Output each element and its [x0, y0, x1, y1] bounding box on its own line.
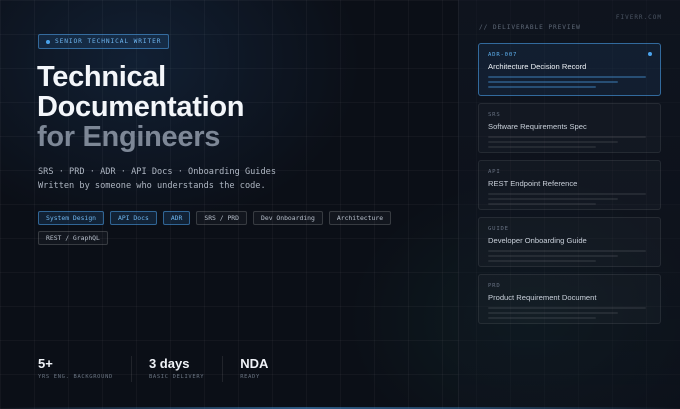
- preview-card-api[interactable]: API REST Endpoint Reference: [478, 160, 661, 210]
- card-code: PRD: [488, 283, 501, 289]
- stat-value: 5+: [38, 356, 53, 371]
- card-text-placeholder: [488, 250, 651, 262]
- stat-experience: 5+ YRS ENG. BACKGROUND: [38, 356, 132, 382]
- stat-value: NDA: [240, 356, 269, 371]
- brand-label: FIVERR.COM: [615, 14, 662, 21]
- stat-delivery: 3 days BASIC DELIVERY: [148, 356, 224, 382]
- subtitle-line-2: Written by someone who understands the c…: [38, 181, 266, 191]
- role-badge-label: SENIOR TECHNICAL WRITER: [55, 38, 162, 45]
- tag-architecture: Architecture: [328, 211, 392, 225]
- stat-label: BASIC DELIVERY: [148, 374, 205, 380]
- card-text-placeholder: [488, 76, 651, 88]
- tag-api-docs: API Docs: [110, 211, 157, 225]
- stat-nda: NDA READY: [240, 356, 286, 382]
- tag-srs-prd: SRS / PRD: [196, 211, 247, 225]
- card-title: Architecture Decision Record: [488, 62, 587, 71]
- preview-card-srs[interactable]: SRS Software Requirements Spec: [478, 103, 661, 153]
- card-title: Developer Onboarding Guide: [488, 236, 587, 245]
- preview-card-prd[interactable]: PRD Product Requirement Document: [478, 274, 661, 324]
- title-line-3: for Engineers: [37, 121, 221, 153]
- card-text-placeholder: [488, 307, 651, 319]
- card-text-placeholder: [488, 136, 651, 148]
- card-title: Software Requirements Spec: [488, 122, 587, 131]
- card-code: SRS: [488, 112, 501, 118]
- subtitle: SRS · PRD · ADR · API Docs · Onboarding …: [38, 165, 276, 193]
- badge-dot-icon: [46, 39, 50, 44]
- preview-card-guide[interactable]: GUIDE Developer Onboarding Guide: [478, 217, 661, 267]
- stat-value: 3 days: [148, 356, 190, 371]
- subtitle-line-1: SRS · PRD · ADR · API Docs · Onboarding …: [38, 167, 276, 177]
- title-line-2: Documentation: [37, 91, 245, 123]
- tag-rest-graphql: REST / GraphQL: [38, 231, 108, 245]
- stat-label: READY: [240, 374, 260, 380]
- active-indicator-icon: [648, 52, 652, 56]
- card-title: Product Requirement Document: [488, 293, 597, 302]
- role-badge: SENIOR TECHNICAL WRITER: [38, 34, 170, 49]
- title-line-1: Technical: [37, 61, 166, 93]
- preview-label: // DELIVERABLE PREVIEW: [479, 24, 581, 31]
- tag-system-design: System Design: [38, 211, 105, 225]
- card-title: REST Endpoint Reference: [488, 179, 578, 188]
- card-code: ADR-007: [488, 52, 518, 58]
- skill-tags: System Design API Docs ADR SRS / PRD Dev…: [38, 211, 398, 245]
- stats-row: 5+ YRS ENG. BACKGROUND 3 days BASIC DELI…: [38, 356, 303, 382]
- tag-dev-onboarding: Dev Onboarding: [253, 211, 323, 225]
- preview-cards: ADR-007 Architecture Decision Record SRS…: [478, 43, 661, 331]
- card-code: API: [488, 169, 501, 175]
- tag-adr: ADR: [162, 211, 191, 225]
- preview-card-adr[interactable]: ADR-007 Architecture Decision Record: [478, 43, 661, 96]
- card-code: GUIDE: [488, 226, 509, 232]
- stat-label: YRS ENG. BACKGROUND: [38, 374, 113, 380]
- page-title: Technical Documentation for Engineers: [37, 62, 244, 152]
- card-text-placeholder: [488, 193, 651, 205]
